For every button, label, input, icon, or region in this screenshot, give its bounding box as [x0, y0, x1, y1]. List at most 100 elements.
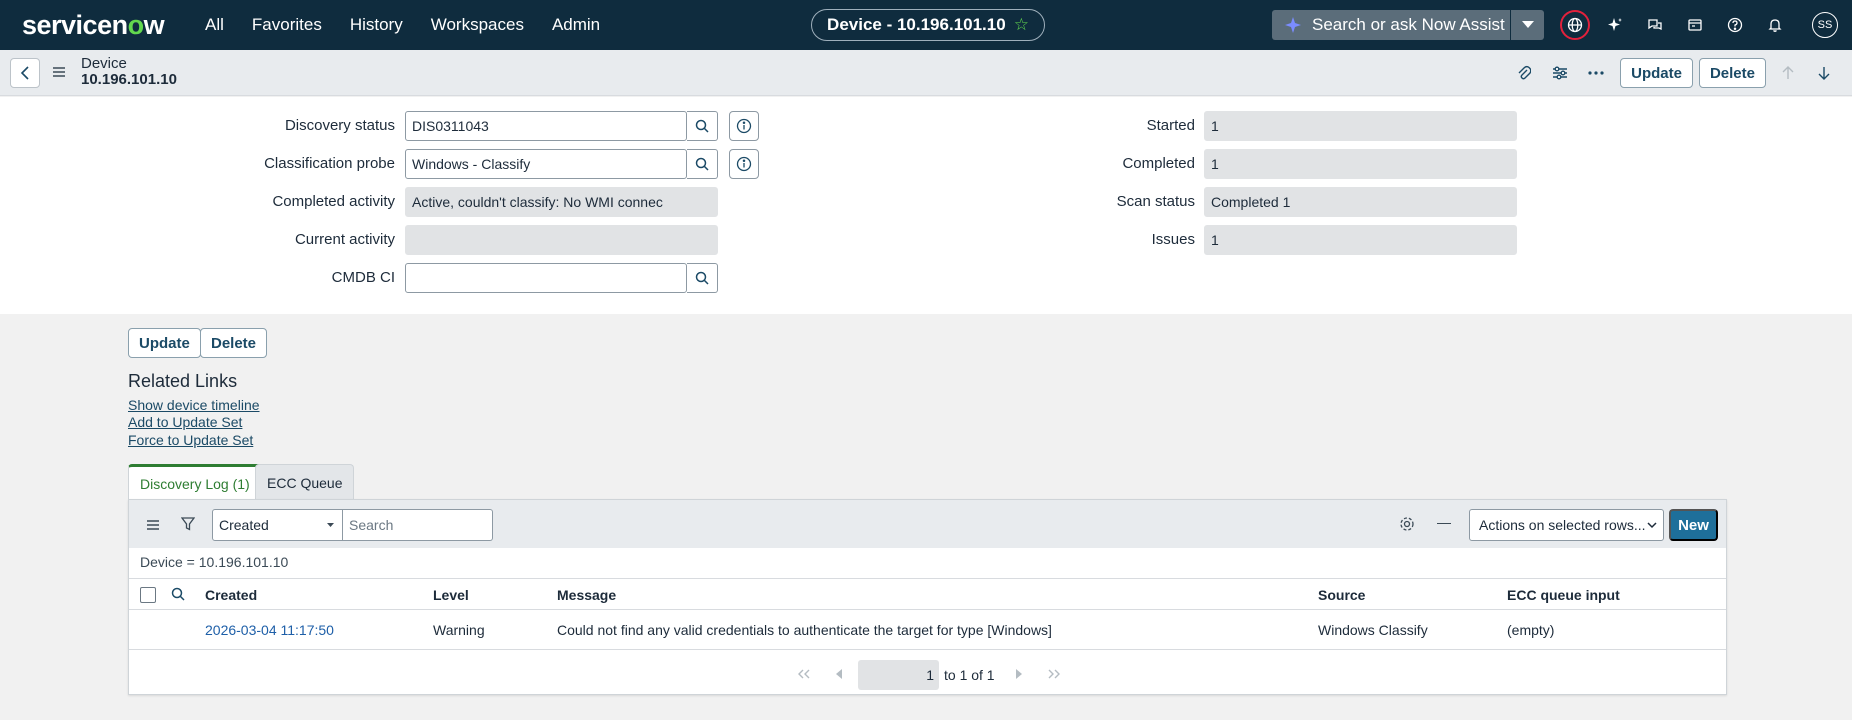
column-search-icon[interactable] — [171, 587, 185, 605]
discovery-status-field[interactable]: DIS0311043 — [405, 111, 687, 141]
actions-on-selected-select[interactable]: Actions on selected rows... — [1469, 509, 1664, 541]
completed-activity-label: Completed activity — [272, 193, 395, 210]
new-button[interactable]: New — [1669, 509, 1718, 541]
next-page-icon[interactable] — [1015, 667, 1023, 682]
filter-field-value: Created — [219, 517, 269, 533]
sparkle-icon — [1285, 17, 1301, 33]
list-menu-icon[interactable] — [146, 518, 160, 535]
attachment-icon[interactable] — [1506, 58, 1542, 88]
page-number-input[interactable]: 1 — [858, 660, 939, 690]
notifications-icon[interactable] — [1760, 10, 1790, 40]
discovery-status-info[interactable] — [729, 111, 759, 141]
completed-label: Completed — [1122, 155, 1195, 172]
force-to-update-set-link[interactable]: Force to Update Set — [128, 432, 253, 448]
star-icon[interactable]: ☆ — [1014, 15, 1029, 35]
servicenow-logo[interactable]: servicenow — [22, 10, 165, 41]
classification-probe-info[interactable] — [729, 149, 759, 179]
search-icon — [695, 119, 709, 133]
discovery-status-lookup[interactable] — [687, 111, 718, 141]
discovery-log-list: Created Search Actions on selected rows.… — [128, 499, 1727, 695]
record-title: Device 10.196.101.10 — [81, 56, 177, 88]
completed-field: 1 — [1204, 149, 1517, 179]
issues-label: Issues — [1151, 231, 1195, 248]
record-context-pill[interactable]: Device - 10.196.101.10 ☆ — [811, 9, 1045, 41]
record-header: Device 10.196.101.10 Update Delete — [0, 50, 1852, 96]
record-form: Discovery status DIS0311043 Classificati… — [0, 97, 1852, 314]
update-button[interactable]: Update — [128, 328, 201, 358]
header-delete-button[interactable]: Delete — [1698, 58, 1766, 88]
chat-icon[interactable] — [1640, 10, 1670, 40]
collapse-icon[interactable] — [1437, 523, 1451, 524]
current-activity-field — [405, 225, 718, 255]
current-activity-label: Current activity — [294, 231, 395, 248]
now-assist-search[interactable]: Search or ask Now Assist — [1272, 10, 1510, 40]
column-level[interactable]: Level — [433, 587, 469, 603]
top-navigation: servicenow All Favorites History Workspa… — [0, 0, 1852, 50]
menu-admin[interactable]: Admin — [552, 15, 600, 35]
page-count-text: to 1 of 1 — [944, 667, 995, 683]
row-message: Could not find any valid credentials to … — [557, 622, 1052, 638]
list-search-input[interactable]: Search — [343, 509, 493, 541]
tab-discovery-log[interactable]: Discovery Log (1) — [128, 464, 262, 500]
actions-select-value: Actions on selected rows... — [1479, 517, 1646, 533]
personalize-icon[interactable] — [1542, 58, 1578, 88]
tab-ecc-queue[interactable]: ECC Queue — [255, 464, 355, 500]
main-menu: All Favorites History Workspaces Admin — [205, 0, 628, 50]
search-dropdown-button[interactable] — [1510, 10, 1544, 40]
now-assist-icon[interactable] — [1600, 10, 1630, 40]
cmdb-ci-lookup[interactable] — [687, 263, 718, 293]
arrow-up-icon[interactable] — [1770, 58, 1806, 88]
form-menu-icon[interactable] — [52, 65, 66, 82]
started-label: Started — [1146, 117, 1195, 134]
workspace-icon[interactable] — [1680, 10, 1710, 40]
cmdb-ci-field[interactable] — [405, 263, 687, 293]
menu-workspaces[interactable]: Workspaces — [431, 15, 524, 35]
column-created[interactable]: Created — [205, 587, 257, 603]
column-source[interactable]: Source — [1318, 587, 1365, 603]
cmdb-ci-label: CMDB CI — [331, 269, 395, 286]
column-message[interactable]: Message — [557, 587, 616, 603]
first-page-icon[interactable] — [797, 667, 811, 682]
record-pill-label: Device - 10.196.101.10 — [827, 15, 1006, 34]
add-to-update-set-link[interactable]: Add to Update Set — [128, 414, 242, 430]
related-links-title: Related Links — [128, 371, 238, 391]
user-avatar[interactable]: SS — [1812, 12, 1838, 38]
started-field: 1 — [1204, 111, 1517, 141]
row-created-link[interactable]: 2026-03-04 11:17:50 — [205, 622, 334, 638]
scan-status-label: Scan status — [1116, 193, 1195, 210]
column-ecc-queue-input[interactable]: ECC queue input — [1507, 587, 1620, 603]
filter-icon[interactable] — [180, 517, 196, 535]
last-page-icon[interactable] — [1047, 667, 1061, 682]
list-toolbar: Created Search Actions on selected rows.… — [129, 500, 1726, 548]
back-button[interactable] — [10, 58, 40, 88]
chevron-down-icon — [327, 523, 334, 527]
filter-field-select[interactable]: Created — [212, 509, 343, 541]
header-actions: Update Delete — [1506, 58, 1842, 88]
arrow-down-icon[interactable] — [1806, 58, 1842, 88]
search-icon — [695, 157, 709, 171]
help-icon[interactable] — [1720, 10, 1750, 40]
table-row: 2026-03-04 11:17:50 Warning Could not fi… — [129, 610, 1726, 650]
classification-probe-lookup[interactable] — [687, 149, 718, 179]
show-device-timeline-link[interactable]: Show device timeline — [128, 397, 260, 413]
search-assist-placeholder: Search or ask Now Assist — [1312, 15, 1505, 34]
more-options-icon[interactable] — [1578, 58, 1614, 88]
info-icon — [736, 156, 752, 172]
nav-icons — [1560, 10, 1800, 40]
info-icon — [736, 118, 752, 134]
select-all-checkbox[interactable] — [140, 587, 156, 603]
globe-icon[interactable] — [1560, 10, 1590, 40]
row-ecc-queue-input: (empty) — [1507, 622, 1555, 638]
delete-button[interactable]: Delete — [200, 328, 268, 358]
header-update-button[interactable]: Update — [1620, 58, 1693, 88]
list-settings-icon[interactable] — [1399, 516, 1415, 536]
row-source: Windows Classify — [1318, 622, 1428, 638]
classification-probe-label: Classification probe — [264, 155, 395, 172]
menu-favorites[interactable]: Favorites — [252, 15, 322, 35]
chevron-left-icon — [20, 66, 29, 80]
list-breadcrumb[interactable]: Device = 10.196.101.10 — [140, 554, 288, 570]
menu-history[interactable]: History — [350, 15, 403, 35]
classification-probe-field[interactable]: Windows - Classify — [405, 149, 687, 179]
menu-all[interactable]: All — [205, 15, 224, 35]
previous-page-icon[interactable] — [835, 667, 843, 682]
